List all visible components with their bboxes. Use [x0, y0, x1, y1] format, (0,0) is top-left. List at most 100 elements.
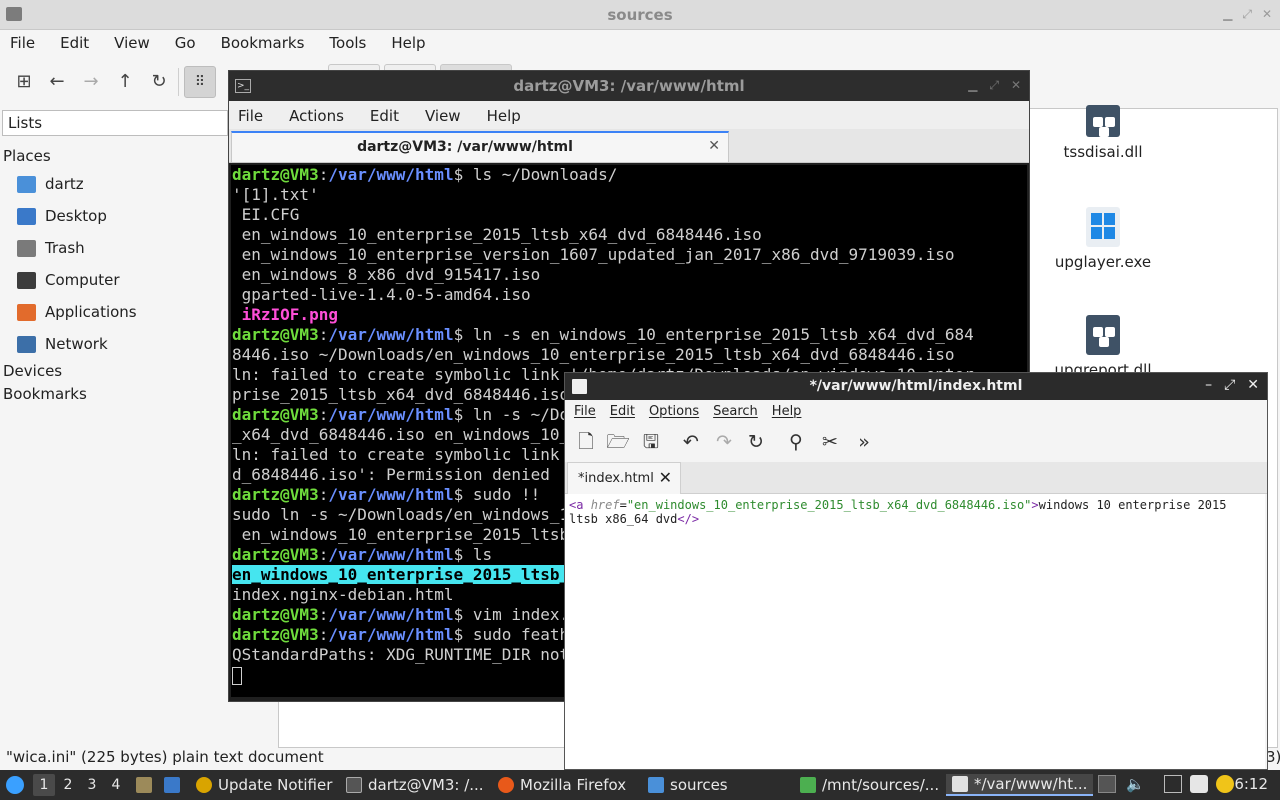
up-arrow-icon[interactable]: ↑	[113, 70, 137, 94]
command-text: $ ls	[453, 545, 493, 564]
menu-tools[interactable]: Tools	[329, 30, 377, 56]
taskbar-item-update-notifier[interactable]: Update Notifier	[196, 774, 332, 796]
menu-view[interactable]: View	[114, 30, 161, 56]
maximize-icon[interactable]: ⤢	[1224, 377, 1235, 393]
bookmarks-heading[interactable]: Bookmarks	[3, 385, 87, 403]
display-icon[interactable]	[1164, 775, 1182, 793]
command-text: $ ln -s en_windows_10_enterprise_2015_lt…	[453, 325, 974, 344]
terminal-tab[interactable]: dartz@VM3: /var/www/html ✕	[231, 131, 729, 162]
lubuntu-logo-icon	[6, 776, 24, 794]
taskbar-item-firefox[interactable]: Mozilla Firefox	[498, 774, 626, 796]
maximize-icon[interactable]: ⤢	[989, 78, 999, 93]
new-file-icon[interactable]: 🗋	[573, 429, 599, 455]
menu-bookmarks[interactable]: Bookmarks	[221, 30, 316, 56]
grid-view-icon[interactable]: ⠿	[184, 66, 216, 98]
editor-text-area[interactable]: <a href="en_windows_10_enterprise_2015_l…	[565, 494, 1265, 769]
menu-file[interactable]: File	[10, 30, 46, 56]
menu-go[interactable]: Go	[175, 30, 207, 56]
start-menu-button[interactable]	[6, 774, 30, 796]
volume-icon[interactable]: 🔈	[1126, 775, 1145, 793]
eject-icon[interactable]	[1098, 775, 1116, 793]
close-tab-icon[interactable]: ✕	[708, 138, 720, 154]
file-manager-titlebar[interactable]: sources ▁ ⤢ ✕	[0, 0, 1280, 30]
file-item[interactable]: upgreport.dll	[1043, 315, 1163, 379]
menu-view[interactable]: View	[425, 101, 461, 129]
forward-arrow-icon[interactable]: →	[79, 70, 103, 94]
more-icon[interactable]: »	[851, 429, 877, 455]
back-arrow-icon[interactable]: ←	[45, 70, 69, 94]
workspace-2[interactable]: 2	[57, 774, 79, 796]
minimize-icon[interactable]: ▁	[968, 78, 977, 93]
editor-tab[interactable]: *index.html ✕	[567, 462, 681, 494]
terminal-line: en_windows_10_enterprise_2015_ltsb_x64_d…	[232, 225, 1027, 245]
menu-search[interactable]: Search	[713, 400, 758, 422]
window-title: dartz@VM3: /var/www/html	[513, 77, 745, 95]
prompt-path: /var/www/html	[328, 545, 454, 564]
taskbar-item-sources[interactable]: sources	[648, 774, 728, 796]
new-window-icon[interactable]: ⊞	[12, 70, 36, 94]
workspace-3[interactable]: 3	[81, 774, 103, 796]
quicklaunch-desktop[interactable]	[164, 774, 186, 796]
terminal-titlebar[interactable]: >_ dartz@VM3: /var/www/html ▁ ⤢ ✕	[229, 71, 1029, 101]
show-desktop-icon	[164, 777, 180, 793]
close-icon[interactable]: ✕	[1262, 7, 1272, 22]
menu-edit[interactable]: Edit	[60, 30, 100, 56]
firefox-icon	[498, 777, 514, 793]
prompt-user: dartz@VM3	[232, 605, 319, 624]
reload-icon[interactable]: ↻	[743, 429, 769, 455]
open-folder-icon[interactable]: 🗁	[605, 429, 631, 455]
close-tab-icon[interactable]: ✕	[659, 468, 672, 487]
file-item[interactable]: tssdisai.dll	[1043, 105, 1163, 161]
notification-icon[interactable]	[1216, 775, 1234, 793]
sidebar-item-computer[interactable]: Computer	[17, 268, 120, 292]
terminal-line: dartz@VM3:/var/www/html$ ls ~/Downloads/	[232, 165, 618, 184]
taskbar-item-featherpad[interactable]: */var/www/ht...	[946, 774, 1094, 796]
menu-help[interactable]: Help	[391, 30, 436, 56]
sidebar-item-applications[interactable]: Applications	[17, 300, 137, 324]
desktop-folder-icon	[17, 207, 36, 225]
minimize-icon[interactable]: –	[1205, 377, 1212, 393]
terminal-line: en_windows_8_x86_dvd_915417.iso	[232, 265, 1027, 285]
replace-icon[interactable]: ✂	[817, 429, 843, 455]
output-text: d_6848446.iso': Permission denied	[232, 465, 550, 484]
taskbar-item-mnt-sources[interactable]: /mnt/sources/...	[800, 774, 939, 796]
find-icon[interactable]: ⚲	[783, 429, 809, 455]
menu-actions[interactable]: Actions	[289, 101, 344, 129]
close-icon[interactable]: ✕	[1011, 78, 1021, 93]
minimize-icon[interactable]: ▁	[1223, 7, 1232, 22]
sidebar-item-desktop[interactable]: Desktop	[17, 204, 107, 228]
menu-help[interactable]: Help	[487, 101, 521, 129]
status-bar-text: "wica.ini" (225 bytes) plain text docume…	[6, 748, 324, 766]
prompt-user: dartz@VM3	[232, 405, 319, 424]
devices-heading[interactable]: Devices	[3, 362, 62, 380]
undo-icon[interactable]: ↶	[678, 429, 704, 455]
taskbar: 1 2 3 4 Update Notifier dartz@VM3: /... …	[0, 770, 1280, 800]
redo-icon[interactable]: ↷	[711, 429, 737, 455]
reload-icon[interactable]: ↻	[147, 70, 171, 94]
file-manager-menubar: File Edit View Go Bookmarks Tools Help	[0, 30, 1280, 56]
save-icon[interactable]: 🖫	[638, 429, 664, 455]
sidebar-item-dartz[interactable]: dartz	[17, 172, 84, 196]
sidebar-item-network[interactable]: Network	[17, 332, 108, 356]
clock[interactable]: 6:12	[1234, 775, 1268, 793]
sidebar-item-trash[interactable]: Trash	[17, 236, 85, 260]
close-icon[interactable]: ✕	[1247, 377, 1259, 393]
menu-options[interactable]: Options	[649, 400, 699, 422]
dll-file-icon	[1086, 315, 1120, 355]
windows-exe-icon	[1086, 207, 1120, 247]
quicklaunch-files[interactable]	[136, 774, 158, 796]
maximize-icon[interactable]: ⤢	[1242, 7, 1252, 22]
menu-edit[interactable]: Edit	[610, 400, 635, 422]
workspace-4[interactable]: 4	[105, 774, 127, 796]
editor-titlebar[interactable]: */var/www/html/index.html – ⤢ ✕	[565, 373, 1267, 400]
menu-help[interactable]: Help	[772, 400, 802, 422]
menu-file[interactable]: File	[238, 101, 263, 129]
taskbar-item-terminal[interactable]: dartz@VM3: /...	[346, 774, 484, 796]
prompt-path: /var/www/html	[328, 325, 454, 344]
side-pane-selector[interactable]: Lists	[2, 110, 228, 136]
menu-edit[interactable]: Edit	[370, 101, 399, 129]
clipboard-icon[interactable]	[1190, 775, 1208, 793]
menu-file[interactable]: File	[574, 400, 596, 422]
file-item[interactable]: upglayer.exe	[1043, 207, 1163, 271]
workspace-1[interactable]: 1	[33, 774, 55, 796]
